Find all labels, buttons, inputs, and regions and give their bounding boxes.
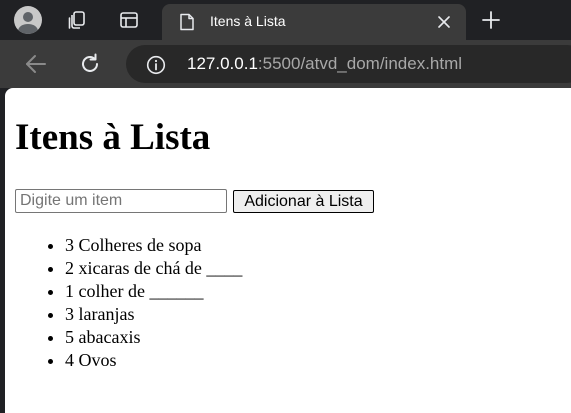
info-icon[interactable] xyxy=(146,55,166,75)
add-to-list-button[interactable]: Adicionar à Lista xyxy=(233,190,374,213)
url-host: 127.0.0.1 xyxy=(187,54,258,73)
plus-icon xyxy=(482,11,500,29)
url-text: 127.0.0.1:5500/atvd_dom/index.html xyxy=(187,54,462,74)
tab-strip: Itens à Lista xyxy=(0,0,571,40)
back-arrow-icon xyxy=(26,55,46,73)
workspaces-button[interactable] xyxy=(61,4,93,36)
tab-actions-icon xyxy=(120,12,138,28)
tab-close-button[interactable] xyxy=(432,10,456,34)
tab-actions-button[interactable] xyxy=(113,4,145,36)
list-item: 1 colher de ______ xyxy=(65,280,242,303)
page-title: Itens à Lista xyxy=(15,117,211,158)
page-viewport: Itens à Lista Adicionar à Lista 3 Colher… xyxy=(5,88,571,413)
list-item: 3 laranjas xyxy=(65,303,242,326)
item-list: 3 Colheres de sopa 2 xicaras de chá de _… xyxy=(5,234,242,372)
back-button[interactable] xyxy=(20,48,52,80)
new-tab-button[interactable] xyxy=(476,5,506,35)
list-item: 4 Ovos xyxy=(65,349,242,372)
page-icon xyxy=(180,13,194,31)
url-path: :5500/atvd_dom/index.html xyxy=(257,54,463,73)
close-icon xyxy=(438,16,450,28)
reload-icon xyxy=(82,53,98,72)
active-tab[interactable]: Itens à Lista xyxy=(162,4,466,40)
address-bar[interactable]: 127.0.0.1:5500/atvd_dom/index.html xyxy=(126,45,571,83)
list-item: 5 abacaxis xyxy=(65,326,242,349)
browser-toolbar: 127.0.0.1:5500/atvd_dom/index.html xyxy=(0,40,571,88)
list-item: 3 Colheres de sopa xyxy=(65,234,242,257)
tab-title: Itens à Lista xyxy=(210,13,286,29)
reload-button[interactable] xyxy=(74,48,106,80)
item-input[interactable] xyxy=(15,189,227,213)
profile-button[interactable] xyxy=(12,4,44,36)
list-item: 2 xicaras de chá de ____ xyxy=(65,257,242,280)
profile-avatar-icon xyxy=(14,6,42,34)
workspaces-icon xyxy=(68,11,85,29)
